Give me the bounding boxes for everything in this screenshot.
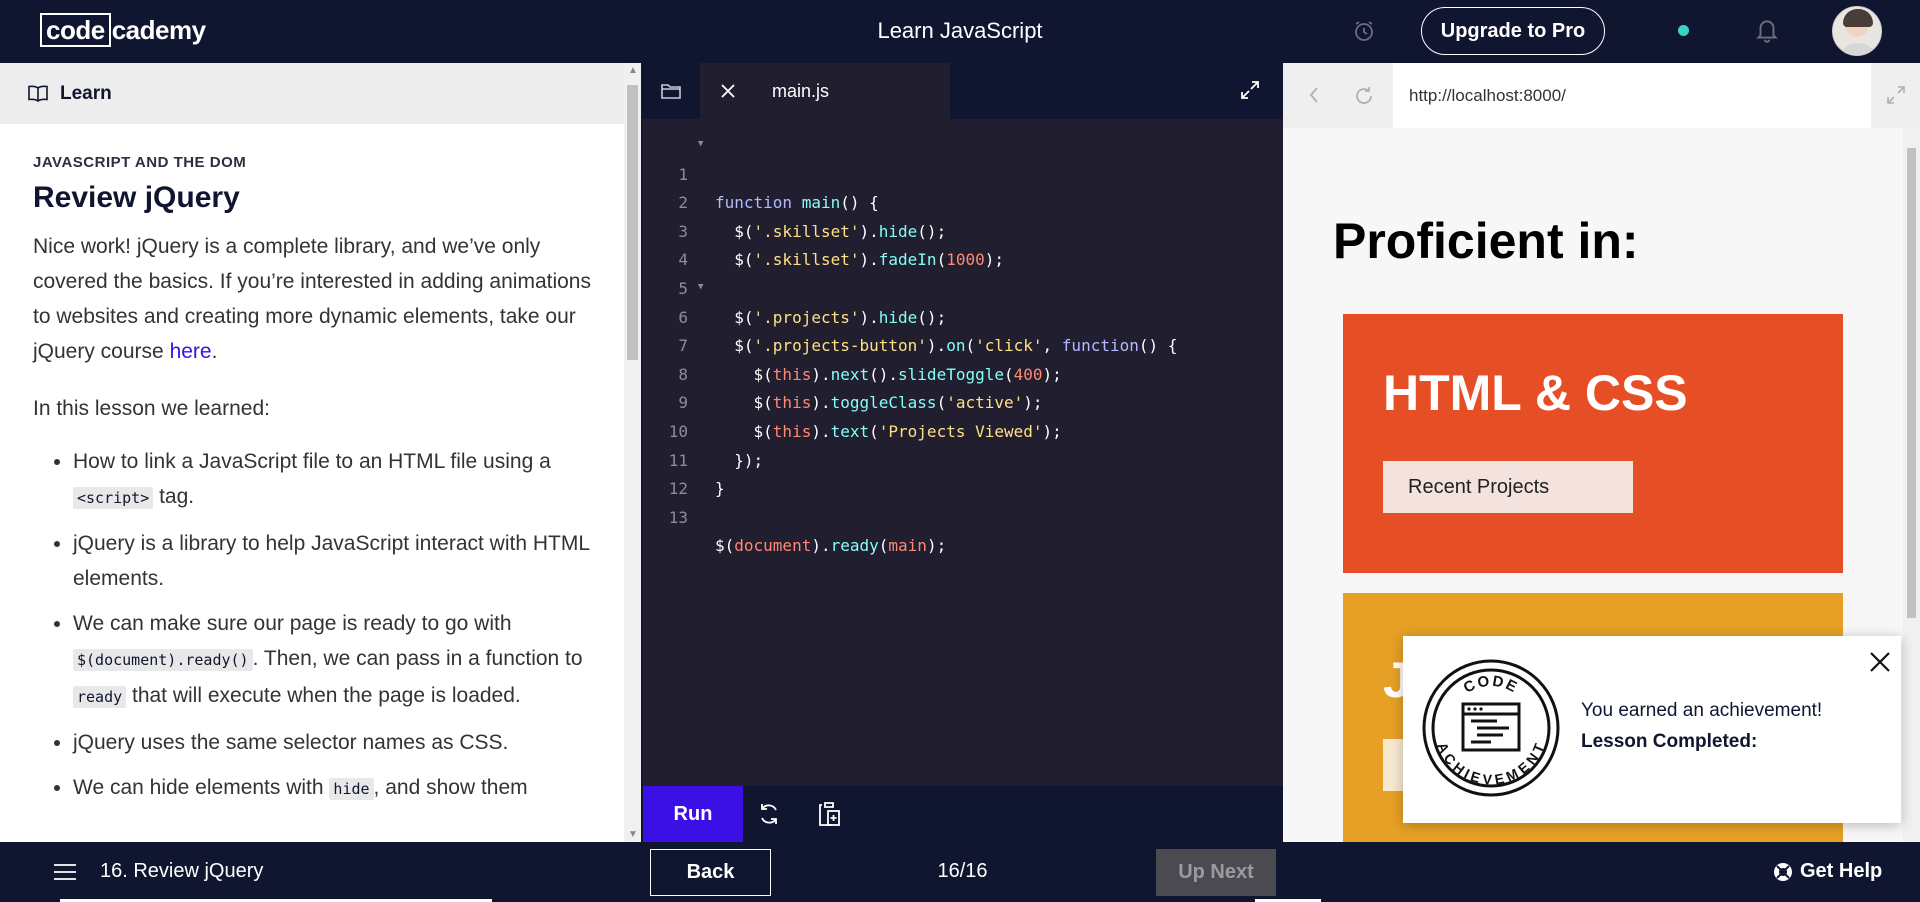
- code-line: 1 ▼ function main() {: [643, 130, 1283, 212]
- preview-scrollbar[interactable]: [1903, 128, 1920, 842]
- code-line: 10 });: [643, 389, 1283, 470]
- svg-text:CODE: CODE: [1461, 673, 1521, 697]
- code-line: 11 }: [643, 418, 1283, 499]
- top-bar: code cademy Learn JavaScript Upgrade to P…: [0, 0, 1920, 63]
- skill-card-html-css: HTML & CSS Recent Projects: [1343, 314, 1843, 573]
- inline-code: hide: [329, 778, 374, 800]
- tab-file-name: main.js: [772, 80, 830, 101]
- jquery-course-link[interactable]: here: [170, 340, 212, 363]
- preview-heading: Proficient in:: [1333, 213, 1639, 269]
- hamburger-menu-icon[interactable]: [53, 862, 77, 882]
- scroll-down-arrow-icon[interactable]: ▼: [628, 829, 638, 840]
- recent-projects-button[interactable]: Recent Projects: [1383, 461, 1633, 513]
- file-browser-button[interactable]: [643, 63, 699, 119]
- close-tab-button[interactable]: [700, 63, 756, 119]
- line-number: 13: [668, 507, 688, 527]
- list-item: jQuery is a library to help JavaScript i…: [73, 526, 593, 596]
- current-lesson-label[interactable]: 16. Review jQuery: [100, 860, 263, 883]
- alarm-clock-icon[interactable]: [1352, 19, 1376, 43]
- browser-toolbar: http://localhost:8000/: [1283, 63, 1920, 128]
- tab-main-js[interactable]: main.js: [700, 63, 950, 119]
- code-line: 2 $('.skillset').hide();: [643, 161, 1283, 241]
- learn-scrollbar[interactable]: ▲ ▼: [624, 63, 641, 842]
- lesson-progress-counter: 16/16: [937, 860, 988, 882]
- scroll-up-arrow-icon[interactable]: ▲: [628, 65, 638, 76]
- lesson-content: JAVASCRIPT AND THE DOM Review jQuery Nic…: [33, 124, 593, 817]
- skill-title: HTML & CSS: [1383, 365, 1688, 421]
- list-item: We can make sure our page is ready to go…: [73, 606, 593, 715]
- achievement-message: You earned an achievement!: [1581, 700, 1823, 721]
- learn-header: Learn: [0, 63, 624, 124]
- copy-to-clipboard-icon[interactable]: [816, 800, 842, 828]
- lesson-title: Review jQuery: [33, 181, 240, 214]
- reset-code-icon[interactable]: [756, 801, 782, 827]
- book-icon: [28, 85, 48, 102]
- code-line: 12: [643, 447, 1283, 498]
- code-line: 5 $('.projects').hide();: [643, 246, 1283, 327]
- achievement-toast: CODE ACHIEVEMENT You earned an achieveme…: [1403, 636, 1901, 823]
- editor-tab-bar: main.js: [643, 63, 1283, 119]
- list-item: We can hide elements with hide, and show…: [73, 770, 593, 807]
- get-help-label: Get Help: [1800, 860, 1883, 882]
- list-item: jQuery uses the same selector names as C…: [73, 725, 593, 760]
- lesson-footer: 16. Review jQuery Back 16/16 Up Next Get…: [0, 842, 1920, 902]
- run-button[interactable]: Run: [643, 786, 743, 842]
- intro-paragraph: Nice work! jQuery is a complete library,…: [33, 235, 591, 363]
- lifebuoy-icon: [1774, 862, 1792, 881]
- folder-icon: [661, 84, 681, 99]
- code-achievement-badge-icon: CODE ACHIEVEMENT: [1422, 659, 1560, 797]
- fold-arrow-icon[interactable]: ▼: [698, 130, 703, 159]
- learned-heading: In this lesson we learned:: [33, 397, 270, 420]
- close-icon: [721, 84, 735, 98]
- back-button[interactable]: Back: [650, 849, 771, 896]
- code-line: 4: [643, 218, 1283, 269]
- inline-code: <script>: [73, 487, 154, 509]
- online-status-dot: [1678, 25, 1689, 36]
- codecademy-logo[interactable]: code cademy: [40, 13, 206, 47]
- code-lines[interactable]: 1 ▼ function main() { 2 $('.skillset').hi…: [643, 130, 1283, 556]
- inline-code: $(document).ready(): [73, 649, 253, 671]
- logo-text: cademy: [111, 15, 206, 45]
- achievement-lesson: Lesson Completed:: [1581, 731, 1758, 752]
- up-next-button[interactable]: Up Next: [1156, 849, 1276, 896]
- learn-panel: Learn JAVASCRIPT AND THE DOM Review jQue…: [0, 63, 643, 842]
- logo-box: code: [40, 13, 111, 47]
- codecademy-workspace: code cademy Learn JavaScript Upgrade to P…: [0, 0, 1920, 902]
- preview-scroll-thumb[interactable]: [1907, 148, 1916, 618]
- code-line: 8 $(this).toggleClass('active');: [643, 332, 1283, 413]
- code-line: 3 $('.skillset').fadeIn(1000);: [643, 189, 1283, 270]
- expand-browser-icon[interactable]: [1886, 85, 1906, 105]
- inline-code: ready: [73, 686, 127, 708]
- browser-back-icon[interactable]: [1306, 85, 1322, 105]
- learned-list: How to link a JavaScript file to an HTML…: [33, 444, 593, 807]
- get-help-button[interactable]: Get Help: [1773, 860, 1882, 883]
- editor-action-bar: Run: [643, 786, 1283, 842]
- learn-scroll-thumb[interactable]: [627, 85, 638, 360]
- lesson-eyebrow: JAVASCRIPT AND THE DOM: [33, 154, 247, 171]
- browser-reload-icon[interactable]: [1353, 85, 1375, 107]
- user-avatar[interactable]: [1832, 6, 1882, 56]
- expand-editor-icon[interactable]: [1239, 79, 1261, 101]
- upgrade-to-pro-button[interactable]: Upgrade to Pro: [1421, 7, 1605, 55]
- course-title: Learn JavaScript: [877, 18, 1043, 43]
- code-line: 7 $(this).next().slideToggle(400);: [643, 304, 1283, 384]
- close-icon[interactable]: [1868, 650, 1892, 674]
- fold-arrow-icon[interactable]: ▼: [698, 273, 703, 302]
- notification-bell-icon[interactable]: [1754, 16, 1780, 44]
- code-line: 9 $(this).text('Projects Viewed');: [643, 361, 1283, 441]
- learn-tab-label: Learn: [60, 82, 112, 104]
- code-editor: main.js 1 ▼ function main() { 2 $('.skill…: [643, 63, 1283, 842]
- browser-url-bar[interactable]: http://localhost:8000/: [1393, 63, 1871, 128]
- list-item: How to link a JavaScript file to an HTML…: [73, 444, 593, 516]
- code-line: 13 $(document).ready(main);: [643, 475, 1283, 556]
- code-line: 6 ▼ $('.projects-button').on('click', fun…: [643, 273, 1283, 355]
